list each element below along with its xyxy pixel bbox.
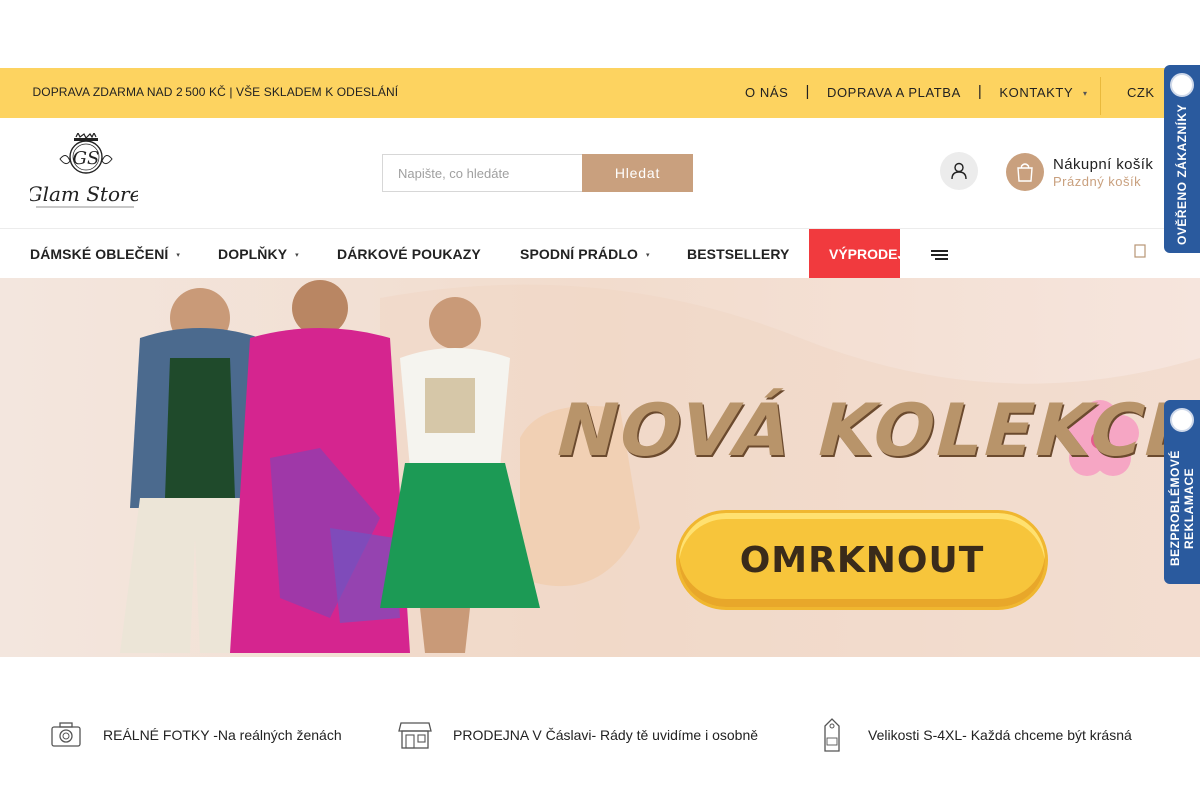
main-navigation: DÁMSKÉ OBLEČENÍ ▾ DOPLŇKY ▾ DÁRKOVÉ POUKAZ… <box>0 228 1200 279</box>
nav-item-bestsellers[interactable]: BESTSELLERY <box>687 246 789 262</box>
size-tag-icon <box>812 715 852 755</box>
nav-item-label: DOPLŇKY <box>218 246 288 262</box>
store-icon <box>395 715 435 755</box>
easy-returns-badge[interactable]: BEZPROBLÉMOVÉ REKLAMACE <box>1164 400 1200 584</box>
topbar-divider <box>1100 77 1101 115</box>
camera-icon <box>46 715 86 755</box>
store-logo[interactable]: GS Glam Store <box>27 131 141 211</box>
verified-reviews-badge[interactable]: OVĚŘENO ZÁKAZNÍKY <box>1164 65 1200 253</box>
nav-item-label: SPODNÍ PRÁDLO <box>520 246 638 262</box>
nav-item-label: BESTSELLERY <box>687 246 790 262</box>
hero-cta-button[interactable]: OMRKNOUT <box>676 510 1048 610</box>
returns-badge-text: BEZPROBLÉMOVÉ REKLAMACE <box>1168 450 1196 566</box>
cart-status: Prázdný košík <box>1053 174 1142 189</box>
top-announcement-bar: DOPRAVA ZDARMA NAD 2 500 KČ | VŠE SKLADE… <box>0 68 1200 118</box>
feature-store: PRODEJNA V Čáslavi- Rády tě uvidíme i os… <box>395 715 758 755</box>
logo-monogram: GS <box>73 148 100 169</box>
nav-item-sale[interactable]: VÝPRODEJ <box>809 229 900 279</box>
feature-text: PRODEJNA V Čáslavi- Rády tě uvidíme i os… <box>453 727 759 743</box>
shopping-bag-icon <box>1017 163 1033 182</box>
search-button[interactable]: Hledat <box>582 154 693 192</box>
nav-item-gift-vouchers[interactable]: DÁRKOVÉ POUKAZY <box>337 246 481 262</box>
feature-text: REÁLNÉ FOTKY -Na reálných ženách <box>103 727 342 743</box>
nav-item-underwear[interactable]: SPODNÍ PRÁDLO ▾ <box>520 246 650 262</box>
nav-item-label: DÁMSKÉ OBLEČENÍ <box>30 246 169 262</box>
top-link-separator: | <box>805 83 810 100</box>
top-links: O NÁS | DOPRAVA A PLATBA | KONTAKTY <box>745 83 1073 101</box>
verified-seal-icon <box>1170 73 1194 97</box>
feature-text: Velikosti S-4XL- Každá chceme být krásná <box>868 727 1132 743</box>
contacts-dropdown-icon[interactable]: ▾ <box>1083 89 1087 98</box>
returns-seal-icon <box>1170 408 1194 432</box>
top-link-about[interactable]: O NÁS <box>745 85 788 100</box>
search-icon[interactable] <box>1134 243 1146 262</box>
feature-sizes: Velikosti S-4XL- Každá chceme být krásná <box>812 715 1132 755</box>
features-row: REÁLNÉ FOTKY -Na reálných ženách PRODEJN… <box>0 712 1200 762</box>
chevron-down-icon: ▾ <box>645 252 650 259</box>
hero-banner[interactable]: NOVÁ KOLEKCE OMRKNOUT <box>0 278 1200 657</box>
nav-item-accessories[interactable]: DOPLŇKY ▾ <box>218 246 299 262</box>
verified-badge-text: OVĚŘENO ZÁKAZNÍKY <box>1175 103 1189 245</box>
hero-headline: NOVÁ KOLEKCE <box>547 388 1200 472</box>
top-link-contacts[interactable]: KONTAKTY <box>999 85 1073 100</box>
chevron-down-icon: ▾ <box>295 252 299 259</box>
shipping-promo-text: DOPRAVA ZDARMA NAD 2 500 KČ | VŠE SKLADE… <box>30 85 405 99</box>
feature-real-photos: REÁLNÉ FOTKY -Na reálných ženách <box>46 715 342 755</box>
user-icon <box>951 162 967 180</box>
search-form: Hledat <box>382 154 693 192</box>
search-input[interactable] <box>382 154 582 192</box>
nav-item-womens-clothing[interactable]: DÁMSKÉ OBLEČENÍ ▾ <box>30 246 180 262</box>
logo-wordmark: Glam Store <box>30 182 138 206</box>
cart-button[interactable] <box>1006 153 1044 191</box>
currency-selector[interactable]: CZK <box>1127 85 1155 100</box>
top-link-shipping[interactable]: DOPRAVA A PLATBA <box>827 85 961 100</box>
hero-cta-label: OMRKNOUT <box>739 539 985 581</box>
cart-title[interactable]: Nákupní košík <box>1053 156 1153 173</box>
menu-more-icon[interactable] <box>931 248 949 266</box>
nav-item-label: DÁRKOVÉ POUKAZY <box>337 246 481 262</box>
top-link-separator: | <box>977 83 983 100</box>
chevron-down-icon: ▾ <box>176 252 181 259</box>
account-button[interactable] <box>940 152 978 190</box>
